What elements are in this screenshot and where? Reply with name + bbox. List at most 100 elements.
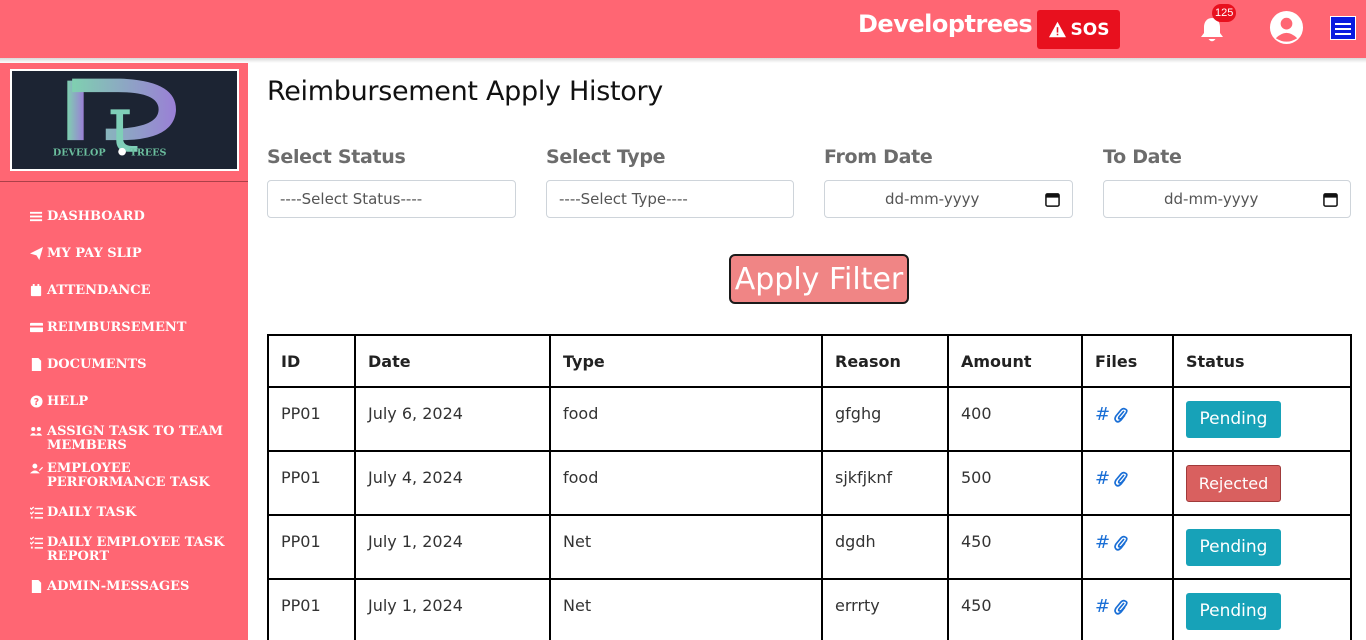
cell-status: Rejected (1172, 450, 1352, 516)
page-title: Reimbursement Apply History (267, 76, 663, 107)
cell-amount: 500 (947, 450, 1083, 516)
paperclip-icon[interactable] (1114, 535, 1128, 551)
cell-files: # (1081, 386, 1174, 452)
cell-date: July 6, 2024 (354, 386, 551, 452)
cell-files: # (1081, 514, 1174, 580)
logo-text-2: TREES (130, 148, 167, 159)
status-select-value: ----Select Status---- (280, 190, 423, 208)
top-navbar (0, 0, 1366, 58)
to-date-input[interactable]: dd-mm-yyyy (1103, 180, 1351, 218)
bars-icon (30, 210, 43, 223)
cell-id: PP01 (267, 386, 356, 452)
sidebar-item-label: ADMIN-MESSAGES (47, 579, 190, 594)
paperclip-icon[interactable] (1114, 599, 1128, 615)
question-circle-icon: ? (30, 395, 43, 408)
sidebar-item-documents[interactable]: DOCUMENTS (30, 358, 147, 372)
cell-type: Net (549, 514, 823, 580)
sidebar-item-label: REIMBURSEMENT (47, 320, 187, 335)
logo-text: DEVELOP (53, 148, 106, 159)
user-circle-icon[interactable] (1269, 10, 1304, 45)
paperclip-icon[interactable] (1114, 407, 1128, 423)
cell-date: July 1, 2024 (354, 578, 551, 640)
table-header-row: ID Date Type Reason Amount Files Status (267, 334, 1352, 388)
cell-reason: gfghg (821, 386, 949, 452)
sidebar-item-label: EMPLOYEE PERFORMANCE TASK (47, 461, 210, 490)
status-select[interactable]: ----Select Status---- (267, 180, 516, 218)
file-link[interactable]: # (1095, 404, 1110, 425)
users-icon (30, 425, 43, 438)
list-check-icon (29, 536, 43, 549)
table-row: PP01 July 1, 2024 Net errrty 450 # Pendi… (267, 578, 1352, 640)
sos-label: SOS (1070, 19, 1110, 40)
sidebar-item-label: DASHBOARD (47, 209, 145, 224)
sidebar-item-admin-messages[interactable]: ADMIN-MESSAGES (30, 580, 189, 594)
reimbursement-table: ID Date Type Reason Amount Files Status … (267, 334, 1352, 640)
status-filter-label: Select Status (267, 146, 406, 168)
cell-status: Pending (1172, 514, 1352, 580)
status-badge: Pending (1186, 593, 1281, 630)
sidebar-item-help[interactable]: ? HELP (30, 395, 88, 409)
column-header-id: ID (267, 334, 356, 388)
column-header-type: Type (549, 334, 823, 388)
company-logo[interactable]: DEVELOP TREES (10, 69, 239, 171)
column-header-files: Files (1081, 334, 1174, 388)
cell-reason: sjkfjknf (821, 450, 949, 516)
brand-name[interactable]: Developtrees (858, 10, 1033, 38)
from-date-placeholder: dd-mm-yyyy (885, 190, 980, 208)
logo-graphic: DEVELOP TREES (53, 78, 176, 159)
sidebar-item-label: HELP (47, 394, 89, 409)
cell-id: PP01 (267, 578, 356, 640)
svg-text:?: ? (34, 397, 39, 408)
calendar-icon[interactable] (1323, 192, 1338, 207)
file-icon (30, 580, 43, 593)
cell-status: Pending (1172, 578, 1352, 640)
type-select[interactable]: ----Select Type---- (546, 180, 794, 218)
paperclip-icon[interactable] (1114, 471, 1128, 487)
sos-button[interactable]: SOS (1037, 10, 1120, 49)
column-header-status: Status (1172, 334, 1352, 388)
credit-card-icon (30, 321, 43, 334)
sidebar-item-label: DOCUMENTS (47, 357, 147, 372)
sidebar-divider (0, 181, 248, 182)
apply-filter-button[interactable]: Apply Filter (729, 254, 909, 304)
status-badge: Pending (1186, 401, 1281, 438)
table-row: PP01 July 1, 2024 Net dgdh 450 # Pending (267, 514, 1352, 580)
cell-files: # (1081, 450, 1174, 516)
sidebar-item-assign-task[interactable]: ASSIGN TASK TO TEAM MEMBERS (30, 425, 240, 453)
sidebar-item-label: DAILY TASK (47, 505, 137, 520)
file-link[interactable]: # (1095, 596, 1110, 617)
sidebar-item-dashboard[interactable]: DASHBOARD (30, 210, 145, 224)
calendar-icon[interactable] (1045, 192, 1060, 207)
sidebar-item-attendance[interactable]: ATTENDANCE (30, 284, 151, 298)
hamburger-line (1335, 28, 1351, 30)
sidebar-item-employee-performance[interactable]: EMPLOYEE PERFORMANCE TASK (30, 462, 240, 490)
sidebar-item-daily-task[interactable]: DAILY TASK (29, 505, 137, 520)
cell-reason: dgdh (821, 514, 949, 580)
file-link[interactable]: # (1095, 468, 1110, 489)
user-edit-icon (30, 462, 43, 475)
cell-id: PP01 (267, 514, 356, 580)
warning-icon (1048, 21, 1066, 38)
menu-toggle-button[interactable] (1330, 16, 1356, 40)
file-icon (30, 358, 43, 371)
cell-date: July 1, 2024 (354, 514, 551, 580)
from-date-input[interactable]: dd-mm-yyyy (824, 180, 1073, 218)
sidebar: DEVELOP TREES DASHBOARD MY PAY SLIP ATTE… (0, 63, 248, 640)
sidebar-item-reimbursement[interactable]: REIMBURSEMENT (30, 321, 186, 335)
sidebar-item-daily-employee-task-report[interactable]: DAILY EMPLOYEE TASK REPORT (29, 536, 240, 564)
file-link[interactable]: # (1095, 532, 1110, 553)
cell-amount: 450 (947, 514, 1083, 580)
table-row: PP01 July 4, 2024 food sjkfjknf 500 # Re… (267, 450, 1352, 516)
to-date-label: To Date (1103, 146, 1182, 168)
cell-status: Pending (1172, 386, 1352, 452)
column-header-reason: Reason (821, 334, 949, 388)
cell-type: food (549, 386, 823, 452)
type-filter-label: Select Type (546, 146, 666, 168)
sidebar-item-my-pay-slip[interactable]: MY PAY SLIP (30, 247, 142, 261)
status-badge: Rejected (1186, 465, 1281, 502)
cell-files: # (1081, 578, 1174, 640)
cell-reason: errrty (821, 578, 949, 640)
column-header-amount: Amount (947, 334, 1083, 388)
hamburger-line (1335, 33, 1351, 35)
list-check-icon (29, 506, 43, 519)
